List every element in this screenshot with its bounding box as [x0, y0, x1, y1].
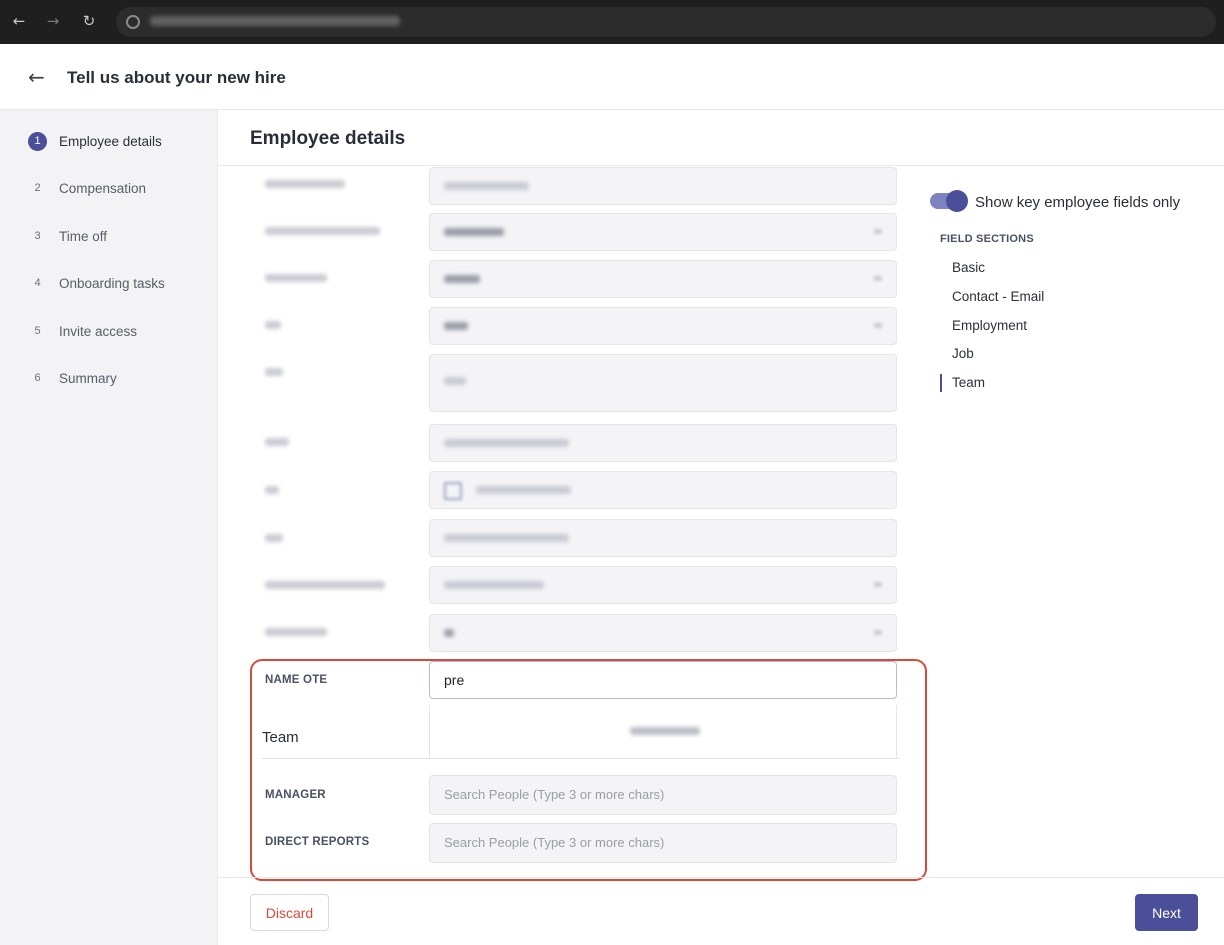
browser-back-icon[interactable]: ←	[10, 12, 28, 30]
blurred-field-label	[265, 227, 380, 235]
blurred-field-label	[265, 628, 327, 636]
active-section-marker	[940, 374, 942, 392]
step-label: Time off	[59, 228, 108, 244]
field-section-employment[interactable]: Employment	[952, 318, 1027, 333]
step-time-off[interactable]: 3 Time off	[28, 225, 107, 247]
browser-forward-icon[interactable]: →	[44, 12, 62, 30]
step-invite-access[interactable]: 5 Invite access	[28, 320, 137, 342]
step-label: Onboarding tasks	[59, 275, 165, 291]
step-summary[interactable]: 6 Summary	[28, 367, 117, 389]
blurred-field-label	[265, 581, 385, 589]
browser-toolbar: ← → ↻	[0, 0, 1224, 44]
blurred-field-label	[265, 486, 279, 494]
step-number: 1	[28, 131, 47, 151]
field-sections-heading: FIELD SECTIONS	[940, 233, 1034, 245]
blurred-email-field[interactable]	[429, 424, 897, 462]
step-label: Summary	[59, 370, 117, 386]
footer-divider	[218, 877, 1224, 878]
step-label: Compensation	[59, 180, 147, 196]
step-label: Invite access	[59, 323, 138, 339]
blurred-field-label	[265, 180, 345, 188]
discard-button[interactable]: Discard	[250, 894, 329, 931]
field-section-contact-email[interactable]: Contact - Email	[952, 289, 1044, 304]
step-label: Employee details	[59, 133, 162, 149]
blurred-field-label	[265, 321, 281, 329]
field-section-job[interactable]: Job	[952, 346, 974, 361]
blurred-select-field[interactable]	[429, 260, 897, 298]
blurred-field-label	[265, 438, 289, 446]
next-button[interactable]: Next	[1135, 894, 1198, 931]
url-text-blurred	[150, 16, 400, 26]
step-number: 6	[34, 372, 41, 384]
page-title: Tell us about your new hire	[67, 68, 286, 87]
blurred-field-label	[265, 274, 327, 282]
blurred-select-field[interactable]	[429, 213, 897, 251]
toggle-knob	[946, 190, 968, 212]
step-onboarding-tasks[interactable]: 4 Onboarding tasks	[28, 272, 165, 294]
step-number: 2	[34, 182, 41, 194]
step-number: 5	[34, 325, 41, 337]
blurred-field-label	[265, 368, 283, 376]
site-info-icon[interactable]	[126, 15, 140, 29]
address-bar[interactable]	[116, 7, 1216, 37]
blurred-textarea[interactable]	[429, 354, 897, 412]
back-arrow-icon[interactable]: ←	[28, 66, 45, 88]
step-number: 4	[34, 277, 41, 289]
blurred-date-field[interactable]	[429, 471, 897, 509]
key-fields-toggle[interactable]	[930, 190, 968, 212]
field-section-basic[interactable]: Basic	[952, 260, 985, 275]
step-compensation[interactable]: 2 Compensation	[28, 177, 146, 199]
blurred-field-label	[265, 534, 283, 542]
browser-reload-icon[interactable]: ↻	[80, 12, 98, 30]
blurred-text-field[interactable]	[429, 167, 897, 205]
divider	[218, 165, 1224, 166]
key-fields-toggle-label: Show key employee fields only	[975, 194, 1181, 211]
blurred-url-field[interactable]	[429, 519, 897, 557]
app-header: ← Tell us about your new hire	[0, 44, 1224, 110]
blurred-select-field[interactable]	[429, 307, 897, 345]
section-title: Employee details	[250, 128, 406, 149]
calendar-icon	[444, 482, 462, 500]
blurred-select-field[interactable]	[429, 566, 897, 604]
blurred-select-field[interactable]	[429, 614, 897, 652]
step-number: 3	[34, 230, 41, 242]
step-employee-details[interactable]: 1 Employee details	[28, 130, 162, 152]
highlight-annotation-box	[250, 659, 927, 881]
field-section-team[interactable]: Team	[952, 375, 985, 390]
